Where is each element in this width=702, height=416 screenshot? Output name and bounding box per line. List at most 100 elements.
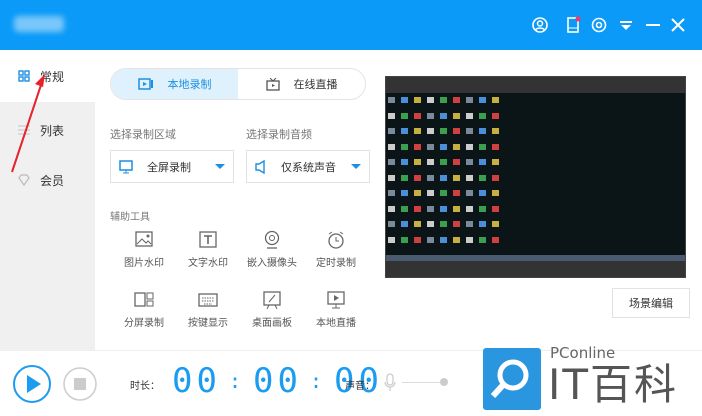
chevron-down-icon — [351, 164, 361, 169]
tool-split-screen[interactable]: 分屏录制 — [112, 290, 176, 329]
desktop-icon — [427, 236, 434, 243]
desktop-icon — [414, 112, 421, 119]
desktop-icon — [401, 97, 408, 103]
desktop-icon — [388, 143, 395, 150]
desktop-icon — [388, 97, 395, 103]
desktop-icon — [466, 112, 473, 119]
volume-slider-handle[interactable] — [440, 378, 448, 386]
tab-live-stream[interactable]: 在线直播 — [238, 69, 365, 99]
desktop-icon — [388, 205, 395, 212]
desktop-icon — [479, 128, 486, 134]
phone-icon[interactable] — [562, 14, 584, 36]
region-select[interactable]: 全屏录制 — [110, 150, 234, 183]
desktop-icon — [388, 190, 395, 196]
volume-slider[interactable] — [402, 382, 444, 383]
desktop-icon — [453, 190, 460, 196]
desktop-icon — [453, 221, 460, 227]
desktop-icon — [440, 159, 447, 165]
tool-webcam[interactable]: 嵌入摄像头 — [240, 230, 304, 269]
tool-label: 本地直播 — [316, 318, 356, 329]
desktop-icon — [479, 112, 486, 119]
desktop-icon — [479, 236, 486, 243]
desktop-icon — [453, 128, 460, 134]
desktop-icon — [414, 221, 421, 227]
text-icon — [199, 231, 217, 248]
tool-whiteboard[interactable]: 桌面画板 — [240, 290, 304, 329]
desktop-icon — [388, 174, 395, 181]
chevron-down-icon — [215, 164, 225, 169]
speaker-icon — [255, 159, 265, 174]
tool-label: 定时录制 — [316, 258, 356, 269]
desktop-icon — [414, 174, 421, 181]
desktop-icon — [440, 221, 447, 227]
duration-label: 时长： — [130, 381, 160, 392]
stop-button[interactable] — [61, 365, 99, 403]
desktop-icon — [388, 128, 395, 134]
tool-label: 嵌入摄像头 — [247, 258, 297, 269]
desktop-icon — [466, 174, 473, 181]
desktop-icon — [453, 174, 460, 181]
desktop-icon — [492, 174, 499, 181]
monitor-icon — [119, 159, 133, 173]
tab-label: 在线直播 — [293, 78, 338, 91]
desktop-icon — [492, 143, 499, 150]
desktop-icon — [388, 159, 395, 165]
desktop-icon — [414, 205, 421, 212]
tool-scheduled-record[interactable]: 定时录制 — [304, 230, 368, 269]
desktop-icon — [466, 221, 473, 227]
settings-icon[interactable] — [588, 14, 610, 36]
desktop-icon — [466, 159, 473, 165]
desktop-icon — [414, 159, 421, 165]
desktop-icon — [453, 97, 460, 103]
desktop-icon — [492, 112, 499, 119]
microphone-icon[interactable] — [383, 373, 397, 393]
desktop-icon — [479, 159, 486, 165]
desktop-icon — [401, 221, 408, 227]
desktop-icon — [492, 221, 499, 227]
desktop-icon — [388, 221, 395, 227]
desktop-icon — [427, 128, 434, 134]
app-title-blurred — [14, 16, 64, 32]
close-icon[interactable] — [667, 14, 689, 36]
tools-label: 辅助工具 — [110, 212, 150, 223]
desktop-icon — [440, 190, 447, 196]
tool-label: 文字水印 — [188, 258, 228, 269]
tab-local-record[interactable]: 本地录制 — [111, 69, 238, 99]
dropdown-menu-icon[interactable] — [615, 14, 637, 36]
desktop-icon — [440, 112, 447, 119]
user-icon[interactable] — [529, 14, 551, 36]
title-bar — [0, 0, 702, 50]
desktop-icon — [414, 143, 421, 150]
desktop-icon — [440, 97, 447, 103]
tv-icon — [265, 77, 280, 91]
desktop-icon — [492, 159, 499, 165]
desktop-icon — [440, 236, 447, 243]
screen-preview — [385, 76, 686, 278]
audio-select[interactable]: 仅系统声音 — [246, 150, 370, 183]
desktop-icon — [401, 112, 408, 119]
desktop-icon — [492, 128, 499, 134]
minimize-icon[interactable] — [642, 14, 664, 36]
keyboard-icon — [198, 293, 218, 307]
tool-text-watermark[interactable]: 文字水印 — [176, 230, 240, 269]
tool-label: 图片水印 — [124, 258, 164, 269]
desktop-icon — [453, 236, 460, 243]
play-button[interactable] — [12, 364, 52, 404]
desktop-icon — [427, 143, 434, 150]
desktop-icon — [466, 190, 473, 196]
tool-label: 分屏录制 — [124, 318, 164, 329]
tool-image-watermark[interactable]: 图片水印 — [112, 230, 176, 269]
tool-local-live[interactable]: 本地直播 — [304, 290, 368, 329]
timer-hours: 00 — [172, 361, 221, 401]
scene-edit-button[interactable]: 场景编辑 — [612, 288, 690, 318]
desktop-icon — [401, 174, 408, 181]
desktop-icon — [401, 159, 408, 165]
tool-keystroke-display[interactable]: 按键显示 — [176, 290, 240, 329]
desktop-icon — [427, 97, 434, 103]
desktop-icon — [414, 236, 421, 243]
watermark-name: IT百科 — [548, 360, 679, 409]
audio-value: 仅系统声音 — [281, 160, 336, 174]
timer-minutes: 00 — [253, 361, 302, 401]
desktop-icon — [427, 159, 434, 165]
monitor-play-icon — [327, 291, 345, 309]
